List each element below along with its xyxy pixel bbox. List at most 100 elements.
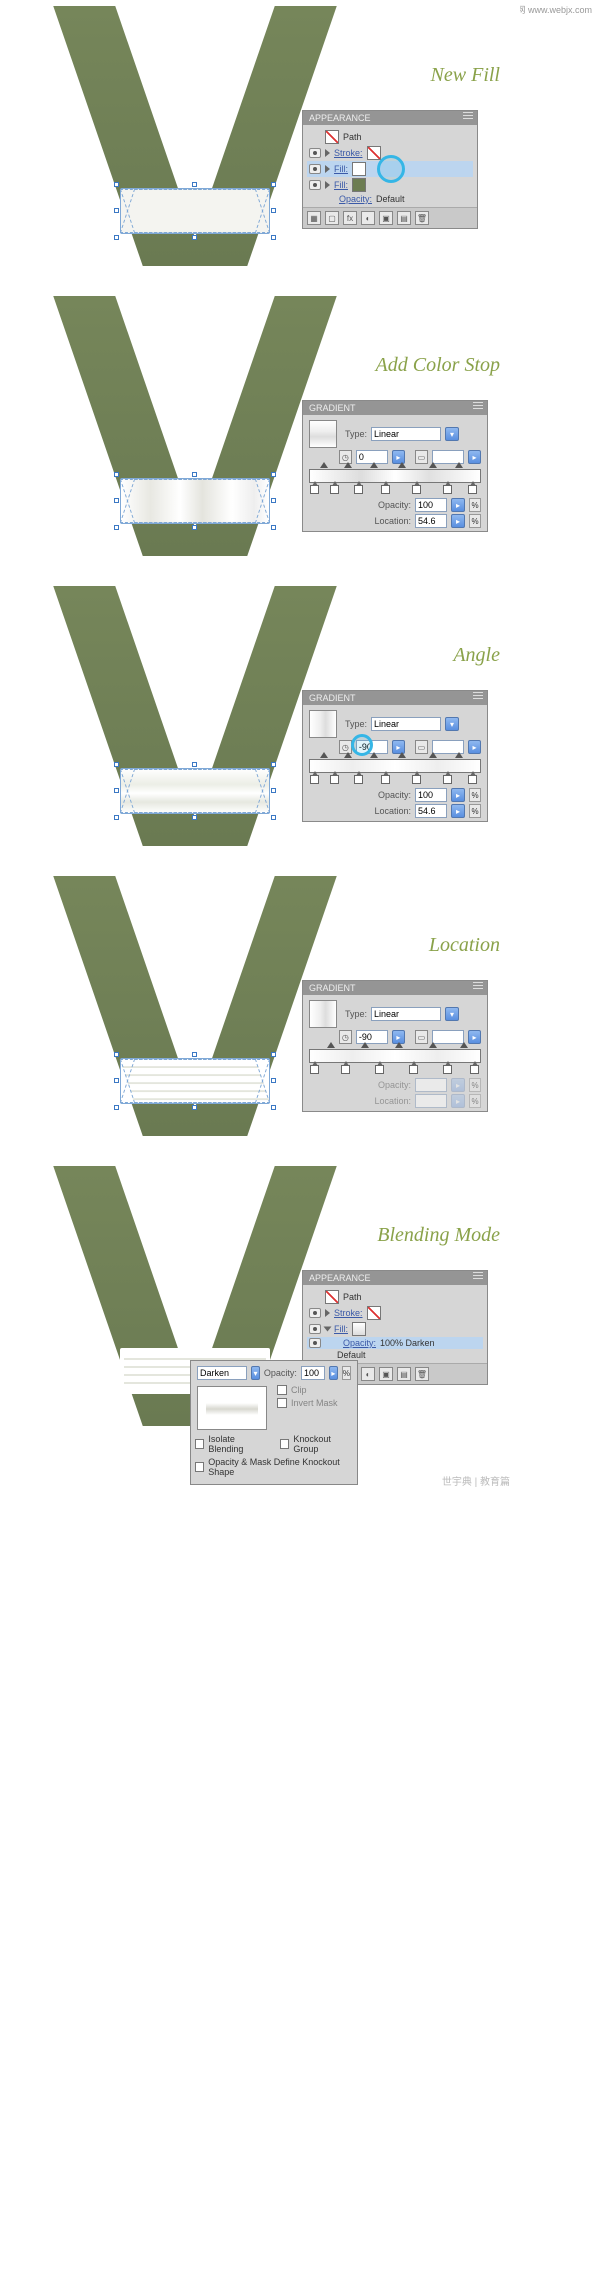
opacity-row-selected[interactable]: Opacity: 100% Darken [307,1337,483,1349]
gradient-stop[interactable] [330,775,339,784]
gradient-stop[interactable] [310,775,319,784]
visibility-icon[interactable] [309,180,321,190]
gradient-bar[interactable] [309,759,481,773]
gradient-thumbnail[interactable] [309,710,337,738]
type-dropdown-button[interactable]: ▾ [445,1007,459,1021]
gradient-stop[interactable] [341,1065,350,1074]
opacity-field[interactable] [415,788,447,802]
gradient-stop[interactable] [443,1065,452,1074]
gradient-stop[interactable] [443,775,452,784]
visibility-icon[interactable] [309,148,321,158]
blend-mode-dropdown[interactable]: ▾ [251,1366,260,1380]
footer-icon[interactable]: ▢ [325,211,339,225]
band-selection[interactable] [120,478,270,524]
opacity-label[interactable]: Opacity: [339,194,372,204]
stroke-label[interactable]: Stroke: [334,1308,363,1318]
expand-icon[interactable] [325,165,330,173]
fill-label[interactable]: Fill: [334,164,348,174]
gradient-stop[interactable] [354,775,363,784]
panel-menu-icon[interactable] [473,1272,483,1280]
type-value[interactable] [372,1009,426,1019]
gradient-thumbnail[interactable] [309,1000,337,1028]
gradient-stop[interactable] [470,1065,479,1074]
mask-define-checkbox[interactable]: Opacity & Mask Define Knockout Shape [195,1457,353,1477]
panel-header[interactable]: GRADIENT [303,981,487,995]
footer-icon[interactable]: ▣ [379,211,393,225]
band-selection[interactable] [120,768,270,814]
aspect-stepper[interactable]: ▸ [468,450,481,464]
stroke-row[interactable]: Stroke: [307,1305,483,1321]
panel-menu-icon[interactable] [473,692,483,700]
aspect-stepper[interactable]: ▸ [468,740,481,754]
panel-menu-icon[interactable] [473,402,483,410]
opacity-label[interactable]: Opacity: [343,1338,376,1348]
aspect-stepper[interactable]: ▸ [468,1030,481,1044]
opacity-stepper[interactable]: ▸ [451,788,465,802]
gradient-stop[interactable] [381,485,390,494]
panel-header[interactable]: APPEARANCE [303,1271,487,1285]
footer-fx-icon[interactable]: fx [343,211,357,225]
panel-header[interactable]: APPEARANCE [303,111,477,125]
gradient-bar[interactable] [309,1049,481,1063]
fill-swatch-gradient[interactable] [352,1322,366,1336]
footer-icon[interactable]: ▦ [307,211,321,225]
fill-label[interactable]: Fill: [334,1324,348,1334]
gradient-stop[interactable] [468,485,477,494]
type-dropdown-button[interactable]: ▾ [445,427,459,441]
invert-mask-checkbox[interactable]: Invert Mask [277,1398,338,1408]
panel-header[interactable]: GRADIENT [303,691,487,705]
type-value[interactable] [372,429,426,439]
stroke-label[interactable]: Stroke: [334,148,363,158]
band-selection[interactable] [120,188,270,234]
footer-trash-icon[interactable]: 🗑 [415,1367,429,1381]
fill-swatch[interactable] [352,162,366,176]
gradient-stop[interactable] [375,1065,384,1074]
isolate-blending-checkbox[interactable]: Isolate Blending Knockout Group [195,1434,353,1454]
opacity-stepper[interactable]: ▸ [451,498,465,512]
gradient-stop[interactable] [310,1065,319,1074]
type-dropdown-button[interactable]: ▾ [445,717,459,731]
panel-header[interactable]: GRADIENT [303,401,487,415]
band-selection[interactable] [120,1058,270,1104]
location-stepper[interactable]: ▸ [451,514,465,528]
gradient-stop[interactable] [412,485,421,494]
blend-mode-select[interactable] [197,1366,247,1380]
fill-row-expanded[interactable]: Fill: [307,1321,483,1337]
stroke-swatch[interactable] [367,1306,381,1320]
type-value[interactable] [372,719,426,729]
gradient-stop[interactable] [412,775,421,784]
gradient-thumbnail[interactable] [309,420,337,448]
gradient-stop[interactable] [310,485,319,494]
opacity-field[interactable] [301,1366,325,1380]
opacity-row[interactable]: Opacity: Default [307,193,473,205]
expand-icon[interactable] [325,149,330,157]
visibility-icon[interactable] [309,164,321,174]
type-select[interactable] [371,427,441,441]
gradient-stop[interactable] [354,485,363,494]
footer-icon[interactable]: ◐ [361,211,375,225]
location-field[interactable] [415,514,447,528]
footer-new-icon[interactable]: ▤ [397,1367,411,1381]
gradient-stop[interactable] [443,485,452,494]
location-field[interactable] [415,804,447,818]
footer-trash-icon[interactable]: 🗑 [415,211,429,225]
fill-swatch-green[interactable] [352,178,366,192]
gradient-stop[interactable] [330,485,339,494]
fill-label[interactable]: Fill: [334,180,348,190]
clip-checkbox[interactable]: Clip [277,1385,338,1395]
panel-menu-icon[interactable] [463,112,473,120]
gradient-stop[interactable] [409,1065,418,1074]
expand-icon[interactable] [325,181,330,189]
gradient-bar[interactable] [309,469,481,483]
footer-icon[interactable]: ◐ [361,1367,375,1381]
fill-row-selected[interactable]: Fill: [307,161,473,177]
gradient-stop[interactable] [468,775,477,784]
type-select[interactable] [371,717,441,731]
opacity-stepper[interactable]: ▸ [329,1366,338,1380]
stroke-swatch[interactable] [367,146,381,160]
location-stepper[interactable]: ▸ [451,804,465,818]
type-select[interactable] [371,1007,441,1021]
gradient-stop[interactable] [381,775,390,784]
opacity-field[interactable] [415,498,447,512]
panel-menu-icon[interactable] [473,982,483,990]
